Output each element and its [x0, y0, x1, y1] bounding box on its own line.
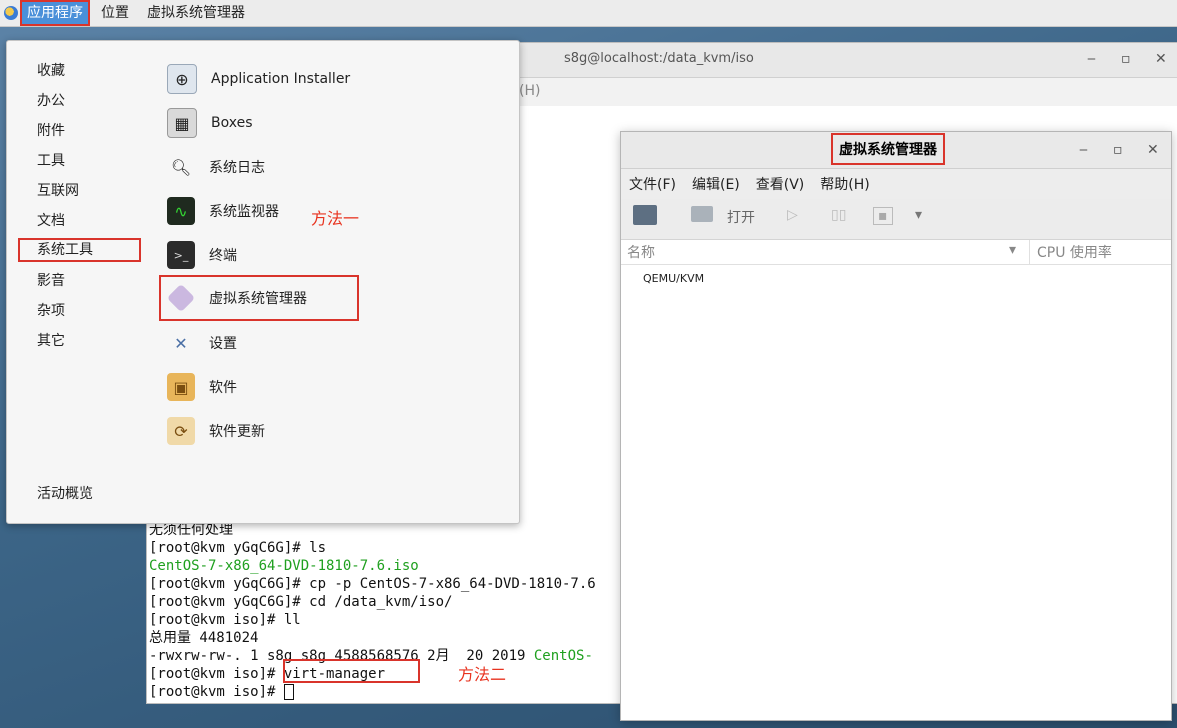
category-favorites[interactable]: 收藏: [37, 61, 65, 81]
boxes-icon: ▦: [167, 108, 197, 138]
magnifier-icon: 🔍︎: [170, 157, 192, 177]
wrench-icon: ✕: [174, 333, 188, 353]
monitor-chart-icon: ∿: [167, 197, 195, 225]
category-tools[interactable]: 工具: [37, 151, 65, 171]
new-vm-icon[interactable]: [633, 205, 657, 225]
places-menu[interactable]: 位置: [94, 0, 136, 26]
package-icon: ▣: [167, 373, 195, 401]
applications-menu[interactable]: 应用程序: [20, 0, 90, 26]
terminal-line: [root@kvm yGqC6G]# cd /data_kvm/iso/: [149, 594, 453, 610]
run-icon[interactable]: ▷: [787, 207, 798, 223]
terminal-menu-help[interactable]: (H): [519, 83, 540, 99]
terminal-line: [root@kvm iso]# ll: [149, 612, 301, 628]
app-settings[interactable]: ✕ 设置: [167, 325, 237, 361]
terminal-line: 无须任何处理: [149, 522, 233, 538]
sort-chevron-icon[interactable]: ▾: [1009, 242, 1016, 258]
connection-row[interactable]: QEMU/KVM: [643, 272, 704, 285]
chevron-down-icon[interactable]: ▾: [915, 207, 922, 223]
app-label: Boxes: [211, 115, 253, 131]
installer-icon: ⊕: [167, 64, 197, 94]
shutdown-icon[interactable]: ▪: [873, 207, 893, 225]
terminal-line: [root@kvm yGqC6G]# cp -p CentOS-7-x86_64…: [149, 576, 596, 592]
terminal-title: s8g@localhost:/data_kvm/iso: [564, 51, 754, 66]
terminal-icon: >_: [167, 241, 195, 269]
close-icon[interactable]: ✕: [1155, 51, 1167, 67]
active-app-menu[interactable]: 虚拟系统管理器: [140, 0, 252, 26]
virt-manager-window: 虚拟系统管理器 ‒ ▫ ✕ 文件(F) 编辑(E) 查看(V) 帮助(H) 打开…: [620, 131, 1172, 721]
menu-view[interactable]: 查看(V): [756, 174, 805, 194]
category-office[interactable]: 办公: [37, 91, 65, 111]
app-system-monitor[interactable]: ∿ 系统监视器: [167, 193, 279, 229]
menu-help[interactable]: 帮助(H): [820, 174, 869, 194]
terminal-line: [root@kvm iso]#: [149, 684, 284, 700]
virt-manager-icon: [166, 283, 196, 313]
terminal-line: CentOS-7-x86_64-DVD-1810-7.6.iso: [149, 558, 419, 574]
vm-console-icon[interactable]: [691, 206, 713, 222]
column-name[interactable]: 名称: [627, 242, 655, 262]
top-bar: 应用程序 位置 虚拟系统管理器: [0, 0, 1177, 27]
app-label: 虚拟系统管理器: [209, 291, 307, 307]
category-system-tools[interactable]: 系统工具: [18, 238, 141, 262]
category-documents[interactable]: 文档: [37, 211, 65, 231]
app-software[interactable]: ▣ 软件: [167, 369, 237, 405]
applications-dropdown: 收藏 办公 附件 工具 互联网 文档 系统工具 影音 杂项 其它 活动概览 ⊕ …: [6, 40, 520, 524]
menu-edit[interactable]: 编辑(E): [692, 174, 740, 194]
terminal-cursor: [283, 684, 294, 700]
category-media[interactable]: 影音: [37, 271, 65, 291]
open-button[interactable]: 打开: [727, 207, 755, 227]
annotation-method-one: 方法一: [311, 209, 360, 228]
app-label: 软件更新: [209, 424, 265, 440]
app-label: 终端: [209, 248, 237, 264]
app-virt-manager[interactable]: 虚拟系统管理器: [159, 275, 359, 321]
virt-manager-command-highlight: [283, 659, 420, 683]
app-label: 设置: [209, 336, 237, 352]
virt-manager-menubar: 文件(F) 编辑(E) 查看(V) 帮助(H): [621, 169, 1171, 199]
annotation-method-two: 方法二: [458, 665, 507, 684]
app-terminal[interactable]: >_ 终端: [167, 237, 237, 273]
pause-icon[interactable]: ▯▯: [831, 207, 846, 223]
update-icon: ⟳: [167, 417, 195, 445]
terminal-line: 总用量 4481024: [149, 630, 259, 646]
virt-manager-titlebar[interactable]: 虚拟系统管理器 ‒ ▫ ✕: [621, 132, 1171, 169]
app-software-update[interactable]: ⟳ 软件更新: [167, 413, 265, 449]
app-boxes[interactable]: ▦ Boxes: [167, 105, 253, 141]
terminal-line: [root@kvm yGqC6G]# ls: [149, 540, 327, 556]
category-accessories[interactable]: 附件: [37, 121, 65, 141]
virt-manager-toolbar: 打开 ▷ ▯▯ ▪ ▾: [621, 199, 1171, 240]
app-label: 系统日志: [209, 160, 265, 176]
maximize-icon[interactable]: ▫: [1113, 142, 1123, 158]
app-application-installer[interactable]: ⊕ Application Installer: [167, 61, 350, 97]
minimize-icon[interactable]: ‒: [1087, 51, 1096, 67]
category-other[interactable]: 其它: [37, 331, 65, 351]
minimize-icon[interactable]: ‒: [1079, 142, 1088, 158]
category-misc[interactable]: 杂项: [37, 301, 65, 321]
menu-file[interactable]: 文件(F): [629, 174, 676, 194]
category-internet[interactable]: 互联网: [37, 181, 79, 201]
app-label: 系统监视器: [209, 204, 279, 220]
virt-manager-title: 虚拟系统管理器: [831, 133, 945, 165]
close-icon[interactable]: ✕: [1147, 142, 1159, 158]
maximize-icon[interactable]: ▫: [1121, 51, 1131, 67]
vm-list-header: 名称 ▾ CPU 使用率: [621, 240, 1171, 265]
activities-overview-link[interactable]: 活动概览: [37, 483, 93, 503]
app-label: Application Installer: [211, 71, 351, 87]
app-system-log[interactable]: 🔍︎ 系统日志: [167, 149, 265, 185]
app-label: 软件: [209, 380, 237, 396]
column-cpu-usage[interactable]: CPU 使用率: [1037, 242, 1112, 262]
activities-icon[interactable]: [4, 6, 18, 20]
